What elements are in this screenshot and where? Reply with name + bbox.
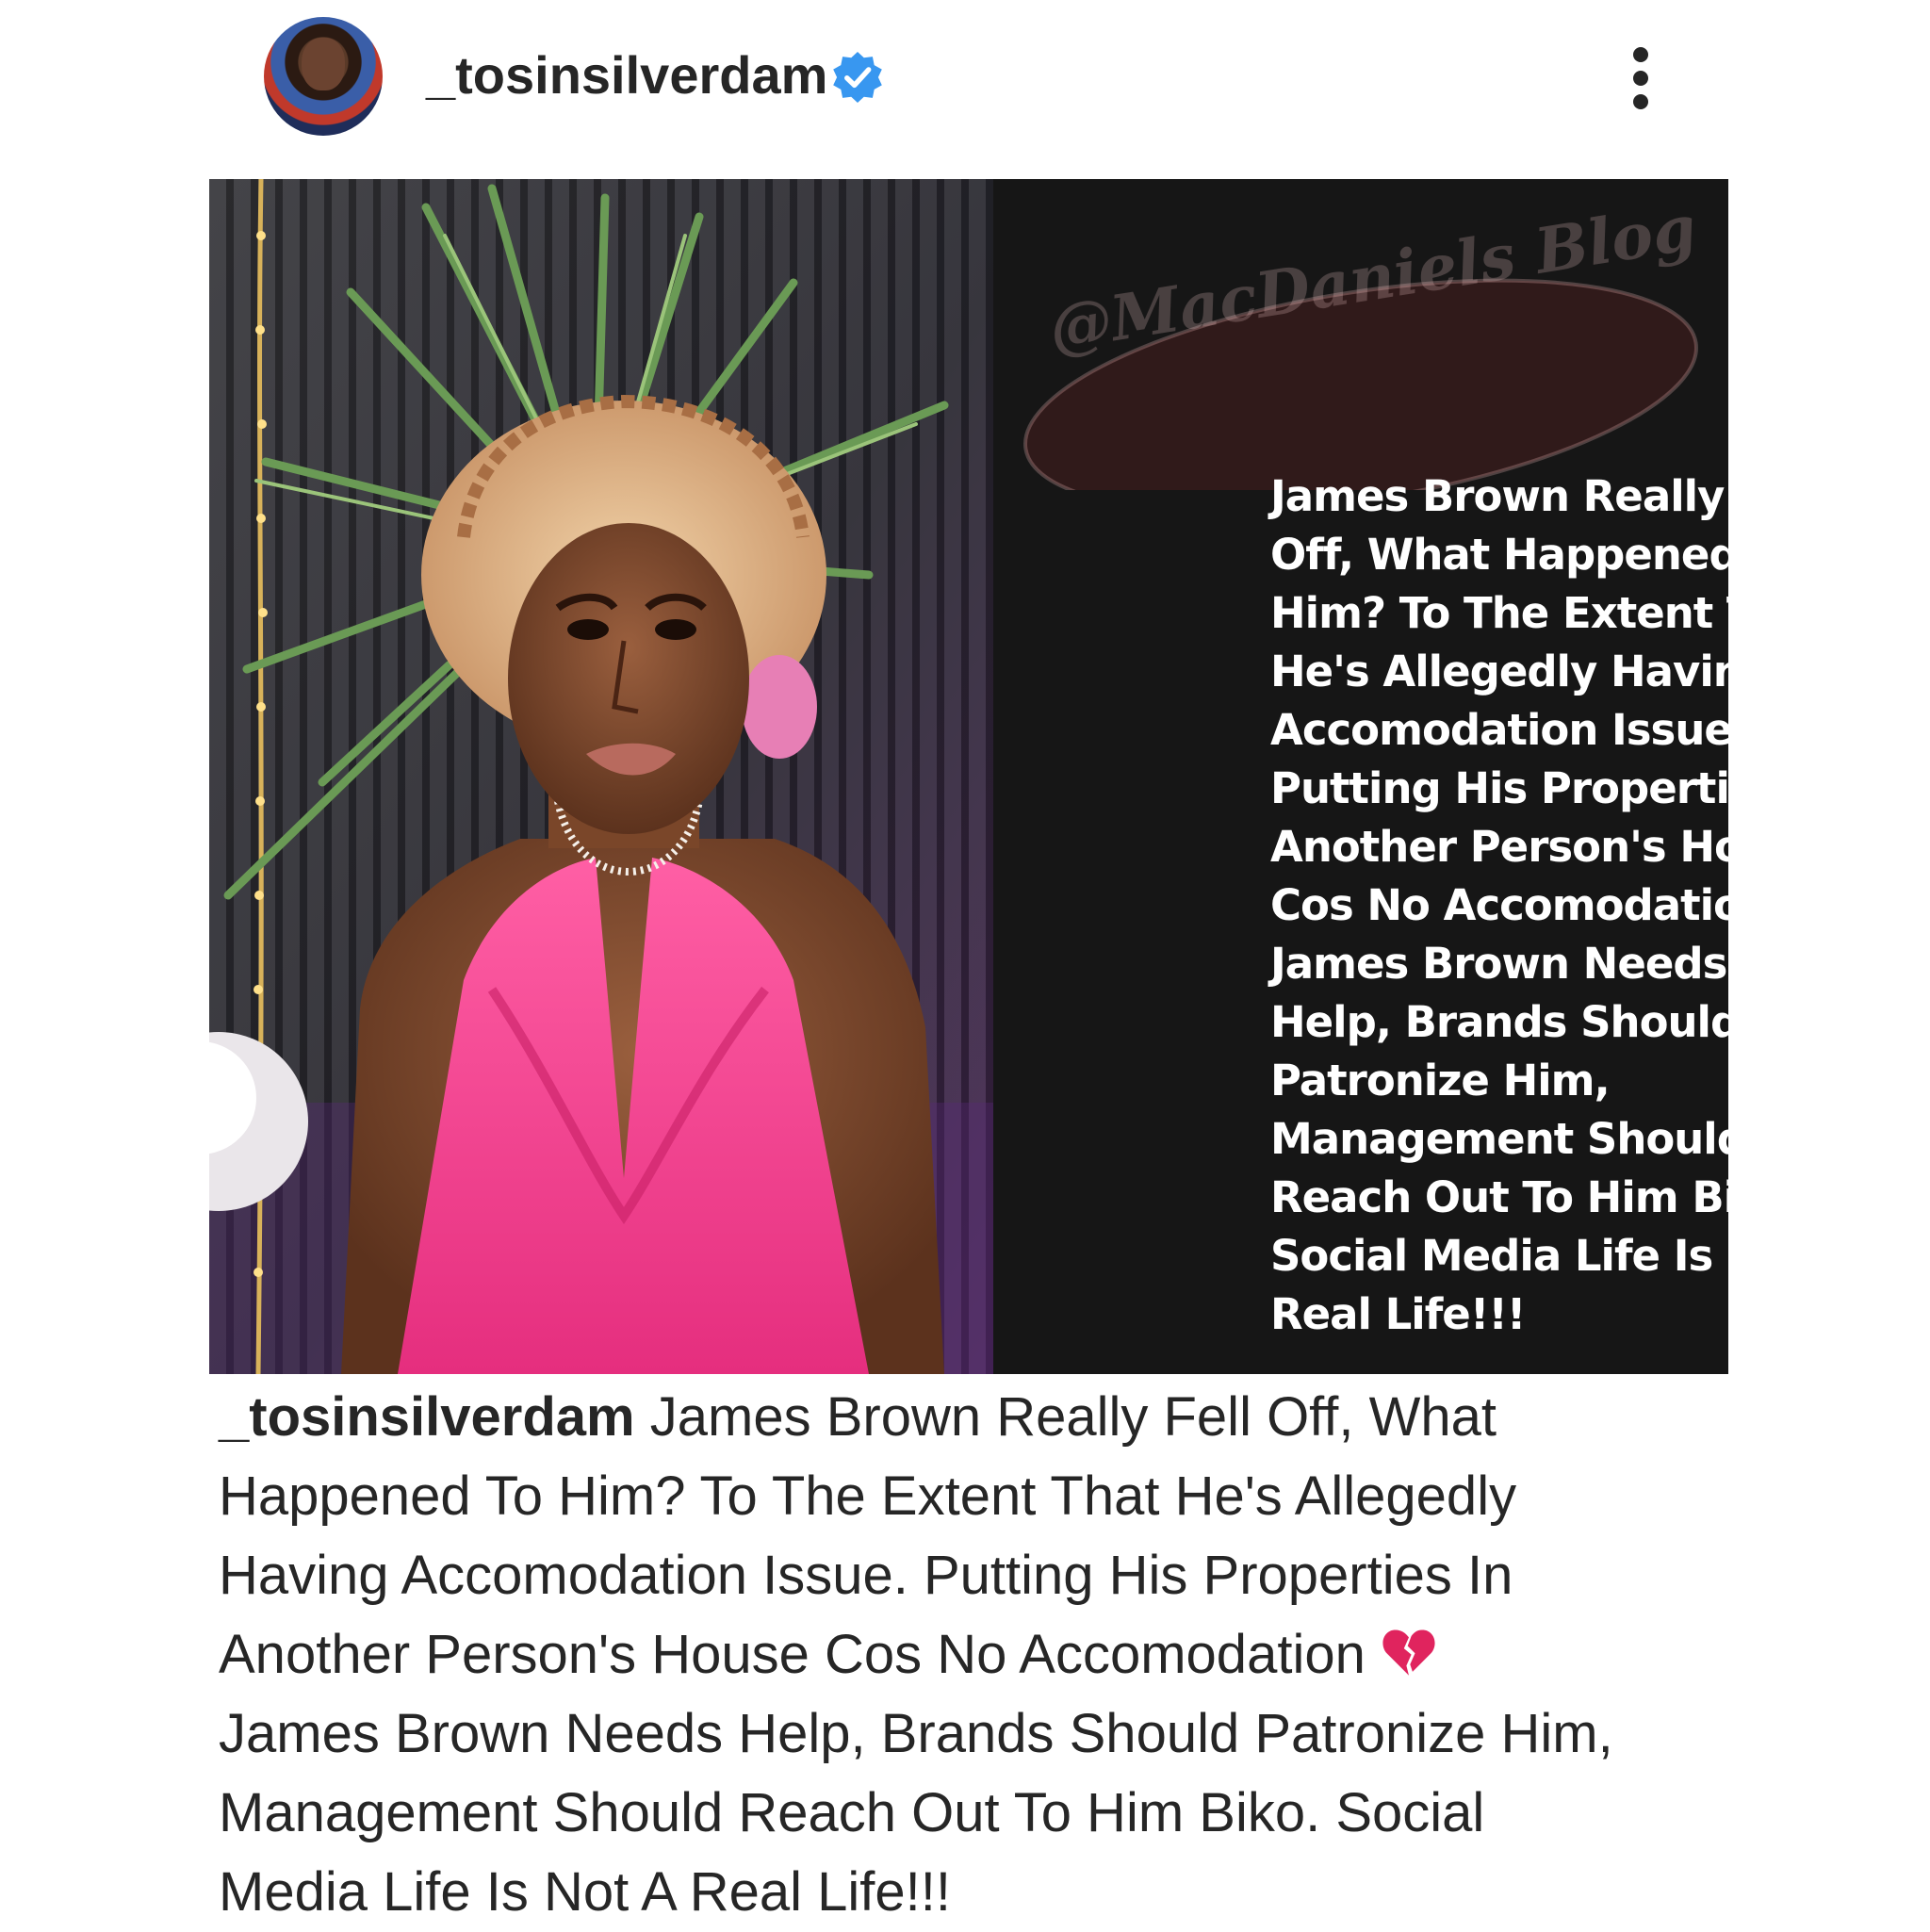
headline-line: Another Person's House (1270, 822, 1728, 872)
caption-line: Having Accomodation Issue. Putting His P… (219, 1545, 1513, 1606)
headline-line: Patronize Him, (1270, 1056, 1611, 1105)
caption-line: Management Should Reach Out To Him Biko.… (219, 1782, 1485, 1843)
headline-line: Real Life!!! (1270, 1289, 1526, 1339)
broken-heart-icon (1382, 1629, 1435, 1676)
caption-username-link[interactable]: _tosinsilverdam (219, 1386, 635, 1448)
headline-line: Putting His Properties In (1270, 763, 1728, 813)
verified-badge-icon (833, 52, 882, 103)
headline-line: James Brown Needs (1270, 939, 1727, 989)
headline-line: Off, What Happened To (1270, 530, 1728, 580)
post-photo (209, 179, 993, 1374)
more-options-icon[interactable] (1613, 43, 1670, 113)
avatar[interactable] (264, 17, 383, 136)
caption-line: Another Person's House Cos No Accomodati… (219, 1615, 1726, 1695)
headline-panel: @MacDaniels Blog James Brown Really Fell… (993, 179, 1728, 1374)
post-caption: _tosinsilverdam James Brown Really Fell … (219, 1378, 1726, 1932)
headline-line: He's Allegedly Having (1270, 647, 1728, 696)
headline-line: Him? To The Extent That (1270, 588, 1728, 638)
caption-line: Happened To Him? To The Extent That He's… (219, 1465, 1517, 1527)
post-header: _tosinsilverdam (0, 0, 1930, 165)
caption-text: Another Person's House Cos No Accomodati… (219, 1624, 1381, 1685)
username-link[interactable]: _tosinsilverdam (426, 45, 827, 106)
caption-line: _tosinsilverdam James Brown Really Fell … (219, 1378, 1726, 1457)
caption-line: Media Life Is Not A Real Life!!! (219, 1861, 951, 1923)
headline-line: James Brown Really Fell (1270, 471, 1728, 521)
headline-line: Accomodation Issue. (1270, 705, 1728, 755)
headline-line: Social Media Life Is Not A (1270, 1231, 1728, 1281)
headline-line: Management Should (1270, 1114, 1728, 1164)
headline-line: Help, Brands Should (1270, 997, 1728, 1047)
headline-line-text: Cos No Accomodation (1270, 880, 1728, 930)
post-image[interactable]: @MacDaniels Blog James Brown Really Fell… (209, 179, 1728, 1374)
headline-line: Reach Out To Him Biko. (1270, 1172, 1728, 1222)
caption-text: James Brown Really Fell Off, What (634, 1386, 1497, 1448)
caption-line: James Brown Needs Help, Brands Should Pa… (219, 1703, 1613, 1764)
headline-line: Cos No Accomodation (1270, 876, 1728, 935)
